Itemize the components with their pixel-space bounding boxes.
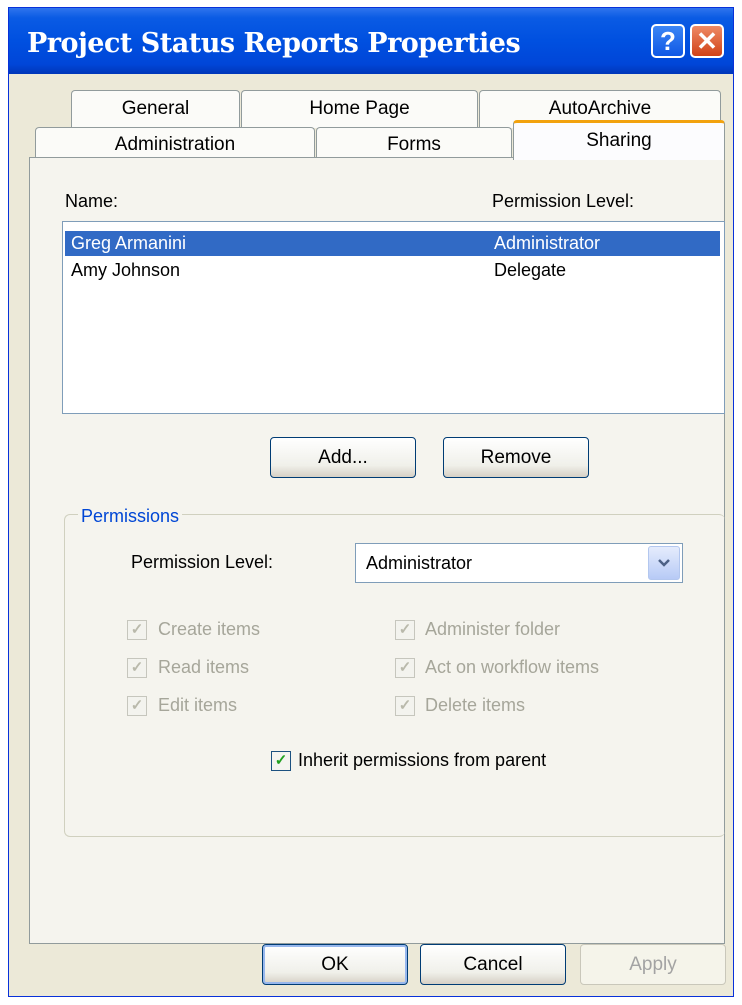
read-items-label: Read items <box>158 657 250 677</box>
help-icon: ? <box>660 26 676 56</box>
inherit-permissions-checkbox[interactable]: ✓ <box>271 751 291 771</box>
tab-label: Administration <box>114 134 236 155</box>
create-items-checkbox[interactable]: ✓ <box>127 620 147 640</box>
close-button[interactable]: ✕ <box>690 24 724 58</box>
checkmark-icon: ✓ <box>130 659 144 676</box>
checkmark-icon: ✓ <box>398 659 412 676</box>
tab-general[interactable]: General <box>71 90 240 128</box>
name-column-header: Name: <box>65 191 119 211</box>
tab-label: Sharing <box>586 130 652 151</box>
checkmark-icon: ✓ <box>130 621 144 638</box>
checkmark-icon: ✓ <box>398 621 412 638</box>
list-item[interactable]: Amy Johnson Delegate <box>65 258 720 283</box>
edit-items-label: Edit items <box>158 695 238 715</box>
tab-label: General <box>121 98 190 119</box>
permission-level-value: Administrator <box>366 553 473 573</box>
administer-folder-label: Administer folder <box>425 619 561 639</box>
chevron-down-icon[interactable] <box>648 546 680 580</box>
checkmark-icon: ✓ <box>130 697 144 714</box>
tab-sharing[interactable]: Sharing <box>513 120 725 160</box>
apply-button[interactable]: Apply <box>580 944 726 985</box>
close-icon: ✕ <box>696 26 718 56</box>
tab-label: Home Page <box>309 98 410 119</box>
act-on-workflow-items-checkbox[interactable]: ✓ <box>395 658 415 678</box>
user-permission-level: Delegate <box>494 260 567 280</box>
list-item[interactable]: Greg Armanini Administrator <box>65 231 720 256</box>
ok-button[interactable]: OK <box>262 944 408 985</box>
permission-level-column-header: Permission Level: <box>492 191 635 211</box>
window-title: Project Status Reports Properties <box>27 28 521 59</box>
permission-level-select[interactable]: Administrator <box>355 543 683 583</box>
tab-label: Forms <box>387 134 441 155</box>
checkmark-icon: ✓ <box>398 697 412 714</box>
inherit-permissions-label[interactable]: Inherit permissions from parent <box>298 750 546 771</box>
title-bar[interactable]: Project Status Reports Properties ? ✕ <box>9 8 733 74</box>
delete-items-checkbox[interactable]: ✓ <box>395 696 415 716</box>
read-items-checkbox[interactable]: ✓ <box>127 658 147 678</box>
help-button[interactable]: ? <box>651 24 685 58</box>
add-button[interactable]: Add... <box>270 437 416 478</box>
tab-label: AutoArchive <box>548 98 652 119</box>
remove-button[interactable]: Remove <box>443 437 589 478</box>
permissions-list[interactable]: Greg Armanini Administrator Amy Johnson … <box>62 221 725 414</box>
tab-home-page[interactable]: Home Page <box>241 90 478 128</box>
create-items-label: Create items <box>158 619 261 639</box>
edit-items-checkbox[interactable]: ✓ <box>127 696 147 716</box>
tab-administration[interactable]: Administration <box>35 127 315 160</box>
administer-folder-checkbox[interactable]: ✓ <box>395 620 415 640</box>
permissions-group-label: Permissions <box>78 506 183 527</box>
user-permission-level: Administrator <box>494 233 601 253</box>
tab-forms[interactable]: Forms <box>316 127 512 160</box>
user-name: Greg Armanini <box>71 233 187 253</box>
cancel-button[interactable]: Cancel <box>420 944 566 985</box>
user-name: Amy Johnson <box>71 260 181 280</box>
permission-level-label: Permission Level: <box>131 552 274 572</box>
checkmark-icon: ✓ <box>274 752 288 769</box>
delete-items-label: Delete items <box>425 695 526 715</box>
act-on-workflow-items-label: Act on workflow items <box>425 657 600 677</box>
